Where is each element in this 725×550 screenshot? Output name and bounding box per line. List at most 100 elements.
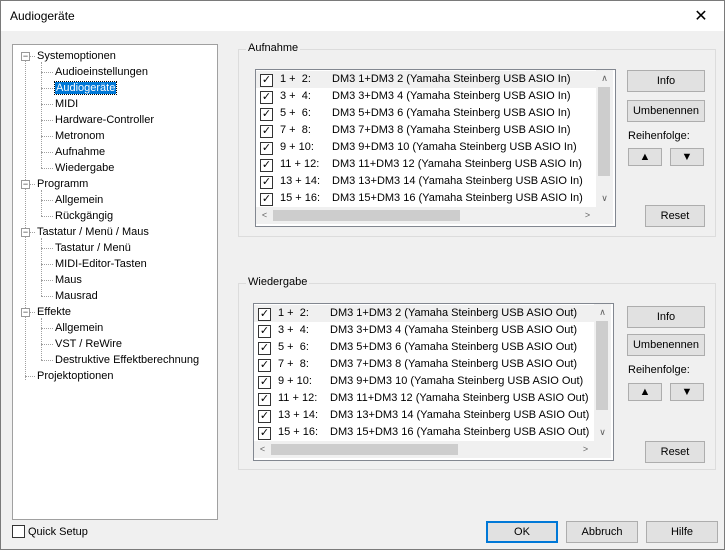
port-checkbox[interactable]: ✓ [260, 91, 273, 104]
playback-port-list[interactable]: ✓ 1 + 2: DM3 1+DM3 2 (Yamaha Steinberg USB… [253, 303, 614, 461]
port-checkbox[interactable]: ✓ [258, 342, 271, 355]
tree-category[interactable]: Projektoptionen [37, 368, 113, 384]
port-row[interactable]: ✓ 3 + 4: DM3 3+DM3 4 (Yamaha Steinberg USB… [256, 88, 596, 105]
recording-group-title: Aufnahme [246, 42, 301, 54]
tree-item[interactable]: Destruktive Effektberechnung [55, 352, 199, 368]
tree-item[interactable]: Metronom [55, 128, 105, 144]
scroll-down-icon[interactable]: ∨ [594, 424, 611, 441]
tree-item[interactable]: VST / ReWire [55, 336, 122, 352]
port-row[interactable]: ✓ 15 + 16: DM3 15+DM3 16 (Yamaha Steinberg… [256, 190, 596, 207]
tree-item[interactable]: Mausrad [55, 288, 98, 304]
vertical-scrollbar[interactable]: ∧ ∨ [594, 304, 611, 441]
horizontal-scrollbar[interactable]: < > [254, 441, 594, 458]
port-row[interactable]: ✓ 5 + 6: DM3 5+DM3 6 (Yamaha Steinberg USB… [254, 339, 594, 356]
scroll-left-icon[interactable]: < [254, 441, 271, 458]
port-checkbox[interactable]: ✓ [258, 410, 271, 423]
scroll-thumb[interactable] [598, 87, 610, 176]
port-checkbox[interactable]: ✓ [258, 393, 271, 406]
scroll-right-icon[interactable]: > [579, 207, 596, 224]
recording-order-label: Reihenfolge: [628, 130, 690, 142]
port-name: DM3 15+DM3 16 (Yamaha Steinberg USB ASIO… [330, 426, 590, 438]
port-checkbox[interactable]: ✓ [260, 125, 273, 138]
recording-move-up-button[interactable]: ▲ [628, 148, 662, 166]
tree-category[interactable]: Programm [37, 176, 88, 192]
recording-reset-button[interactable]: Reset [645, 205, 705, 227]
tree-item[interactable]: Aufnahme [55, 144, 105, 160]
tree-item[interactable]: Tastatur / Menü [55, 240, 131, 256]
tree-item[interactable]: Audioeinstellungen [55, 64, 148, 80]
port-row[interactable]: ✓ 9 + 10: DM3 9+DM3 10 (Yamaha Steinberg U… [256, 139, 596, 156]
playback-move-up-button[interactable]: ▲ [628, 383, 662, 401]
scroll-thumb[interactable] [596, 321, 608, 410]
tree-item-label: Systemoptionen [37, 50, 116, 62]
channel-number: 11 + 12: [278, 392, 318, 404]
channel-number: 7 + 8: [278, 358, 309, 370]
port-row[interactable]: ✓ 13 + 14: DM3 13+DM3 14 (Yamaha Steinberg… [254, 407, 594, 424]
scroll-up-icon[interactable]: ∧ [594, 304, 611, 321]
ok-button[interactable]: OK [486, 521, 558, 543]
help-button[interactable]: Hilfe [646, 521, 718, 543]
playback-reset-button[interactable]: Reset [645, 441, 705, 463]
port-row[interactable]: ✓ 11 + 12: DM3 11+DM3 12 (Yamaha Steinberg… [254, 390, 594, 407]
tree-item[interactable]: Allgemein [55, 192, 103, 208]
tree-item[interactable]: MIDI [55, 96, 78, 112]
port-checkbox[interactable]: ✓ [260, 74, 273, 87]
tree-category[interactable]: Systemoptionen [37, 48, 116, 64]
tree-item-label: Tastatur / Menü / Maus [37, 226, 149, 238]
tree-category[interactable]: Tastatur / Menü / Maus [37, 224, 149, 240]
recording-info-button[interactable]: Info [627, 70, 705, 92]
port-row[interactable]: ✓ 1 + 2: DM3 1+DM3 2 (Yamaha Steinberg USB… [254, 305, 594, 322]
collapse-icon[interactable]: − [21, 228, 30, 237]
port-row[interactable]: ✓ 9 + 10: DM3 9+DM3 10 (Yamaha Steinberg U… [254, 373, 594, 390]
port-row[interactable]: ✓ 11 + 12: DM3 11+DM3 12 (Yamaha Steinberg… [256, 156, 596, 173]
channel-number: 7 + 8: [280, 124, 311, 136]
port-checkbox[interactable]: ✓ [258, 427, 271, 440]
tree-item[interactable]: Allgemein [55, 320, 103, 336]
tree-item[interactable]: Wiedergabe [55, 160, 114, 176]
cancel-button[interactable]: Abbruch [566, 521, 638, 543]
scroll-thumb[interactable] [271, 444, 458, 455]
close-button[interactable]: ✕ [678, 1, 724, 31]
tree-item[interactable]: Maus [55, 272, 82, 288]
port-checkbox[interactable]: ✓ [260, 159, 273, 172]
tree-item-label: Maus [55, 274, 82, 286]
tree-category[interactable]: Effekte [37, 304, 71, 320]
recording-rename-button[interactable]: Umbenennen [627, 100, 705, 122]
collapse-icon[interactable]: − [21, 308, 30, 317]
playback-move-down-button[interactable]: ▼ [670, 383, 704, 401]
scroll-up-icon[interactable]: ∧ [596, 70, 613, 87]
port-checkbox[interactable]: ✓ [258, 325, 271, 338]
recording-move-down-button[interactable]: ▼ [670, 148, 704, 166]
port-checkbox[interactable]: ✓ [258, 359, 271, 372]
port-checkbox[interactable]: ✓ [260, 176, 273, 189]
horizontal-scrollbar[interactable]: < > [256, 207, 596, 224]
port-checkbox[interactable]: ✓ [258, 376, 271, 389]
checkbox-box[interactable] [12, 525, 25, 538]
collapse-icon[interactable]: − [21, 52, 30, 61]
port-row[interactable]: ✓ 15 + 16: DM3 15+DM3 16 (Yamaha Steinberg… [254, 424, 594, 441]
scroll-thumb[interactable] [273, 210, 460, 221]
tree-item[interactable]: Audiogeräte [53, 80, 118, 96]
scroll-left-icon[interactable]: < [256, 207, 273, 224]
tree-item[interactable]: Rückgängig [55, 208, 113, 224]
scroll-right-icon[interactable]: > [577, 441, 594, 458]
port-checkbox[interactable]: ✓ [258, 308, 271, 321]
port-row[interactable]: ✓ 13 + 14: DM3 13+DM3 14 (Yamaha Steinberg… [256, 173, 596, 190]
port-checkbox[interactable]: ✓ [260, 193, 273, 206]
recording-port-list[interactable]: ✓ 1 + 2: DM3 1+DM3 2 (Yamaha Steinberg USB… [255, 69, 616, 227]
tree-item[interactable]: MIDI-Editor-Tasten [55, 256, 147, 272]
playback-rename-button[interactable]: Umbenennen [627, 334, 705, 356]
port-checkbox[interactable]: ✓ [260, 108, 273, 121]
playback-info-button[interactable]: Info [627, 306, 705, 328]
port-checkbox[interactable]: ✓ [260, 142, 273, 155]
port-row[interactable]: ✓ 1 + 2: DM3 1+DM3 2 (Yamaha Steinberg USB… [256, 71, 596, 88]
tree-item[interactable]: Hardware-Controller [55, 112, 154, 128]
scroll-corner [594, 441, 611, 458]
collapse-icon[interactable]: − [21, 180, 30, 189]
port-row[interactable]: ✓ 3 + 4: DM3 3+DM3 4 (Yamaha Steinberg USB… [254, 322, 594, 339]
port-row[interactable]: ✓ 7 + 8: DM3 7+DM3 8 (Yamaha Steinberg USB… [256, 122, 596, 139]
port-row[interactable]: ✓ 5 + 6: DM3 5+DM3 6 (Yamaha Steinberg USB… [256, 105, 596, 122]
scroll-down-icon[interactable]: ∨ [596, 190, 613, 207]
vertical-scrollbar[interactable]: ∧ ∨ [596, 70, 613, 207]
port-row[interactable]: ✓ 7 + 8: DM3 7+DM3 8 (Yamaha Steinberg USB… [254, 356, 594, 373]
